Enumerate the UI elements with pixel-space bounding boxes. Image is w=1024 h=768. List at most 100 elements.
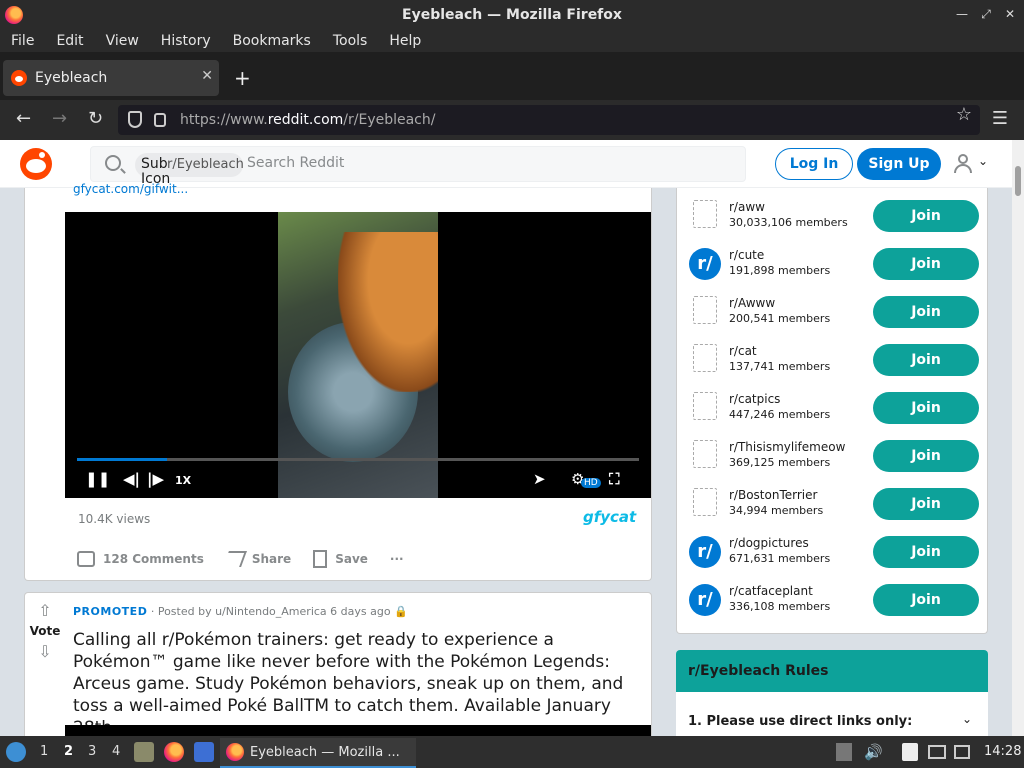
subreddit-chip[interactable]: Sub r/Eyebleach Icon [135, 153, 244, 187]
join-button[interactable]: Join [873, 248, 979, 280]
workspace-2[interactable]: 2 [64, 744, 73, 759]
more-options-button[interactable]: ··· [390, 552, 404, 566]
video-progress-bar[interactable] [77, 458, 639, 461]
menu-edit[interactable]: Edit [45, 30, 94, 52]
network-icon[interactable] [954, 745, 970, 759]
maximize-icon[interactable]: ⤢ [978, 5, 994, 23]
community-name[interactable]: r/catpics [729, 392, 780, 406]
start-menu-icon[interactable] [6, 742, 26, 762]
send-icon[interactable]: ➤ [533, 470, 546, 488]
community-row[interactable]: r/BostonTerrier 34,994 members Join [689, 484, 979, 524]
forward-frame-icon[interactable]: |▶ [147, 470, 164, 488]
downvote-arrow-icon[interactable]: ⇩ [25, 642, 65, 661]
fullscreen-icon[interactable]: ⛶ [609, 470, 620, 488]
firefox-launcher-icon[interactable] [164, 742, 184, 762]
community-name[interactable]: r/catfaceplant [729, 584, 813, 598]
reddit-logo-icon[interactable] [20, 148, 52, 180]
user-menu[interactable]: ⌄ [954, 154, 994, 176]
community-row[interactable]: r/Awww 200,541 members Join [689, 292, 979, 332]
clock: 14:28 [984, 744, 1022, 759]
rules-header: r/Eyebleach Rules [676, 650, 988, 692]
community-name[interactable]: r/aww [729, 200, 765, 214]
file-manager-icon[interactable] [134, 742, 154, 762]
lock-icon[interactable] [154, 113, 166, 127]
join-button[interactable]: Join [873, 392, 979, 424]
menu-file[interactable]: File [0, 30, 45, 52]
video-player[interactable]: ❚❚ ◀| |▶ 1X ➤ ⚙ HD ⛶ [65, 212, 651, 498]
upvote-arrow-icon[interactable]: ⇧ [25, 601, 65, 620]
broken-image-icon [693, 440, 717, 468]
tracking-shield-icon[interactable] [128, 111, 142, 128]
posted-by[interactable]: · Posted by u/Nintendo_America 6 days ag… [151, 605, 391, 618]
scrollbar-thumb[interactable] [1015, 166, 1021, 196]
community-name[interactable]: r/Thisismylifemeow [729, 440, 845, 454]
new-tab-icon[interactable]: + [234, 68, 251, 88]
menu-view[interactable]: View [95, 30, 150, 52]
join-button[interactable]: Join [873, 200, 979, 232]
community-row[interactable]: r/cat 137,741 members Join [689, 340, 979, 380]
comments-button[interactable]: 128 Comments [77, 551, 204, 567]
search-placeholder[interactable]: Search Reddit [247, 155, 344, 171]
signup-button[interactable]: Sign Up [857, 148, 941, 180]
join-button[interactable]: Join [873, 488, 979, 520]
promoted-label: PROMOTED [73, 605, 148, 618]
volume-icon[interactable]: 🔊 [864, 743, 883, 761]
tab-eyebleach[interactable]: Eyebleach ✕ [3, 60, 219, 96]
chevron-down-icon[interactable]: ⌄ [962, 712, 972, 726]
post-title[interactable]: Calling all r/Pokémon trainers: get read… [73, 629, 643, 739]
menu-hamburger-icon[interactable]: ☰ [992, 110, 1008, 128]
forward-icon[interactable]: → [52, 110, 67, 128]
view-count: 10.4K views [78, 512, 151, 526]
desktop-icon[interactable] [194, 742, 214, 762]
menu-bookmarks[interactable]: Bookmarks [222, 30, 322, 52]
community-name[interactable]: r/Awww [729, 296, 775, 310]
community-row[interactable]: r/r/cute 191,898 members Join [689, 244, 979, 284]
login-button[interactable]: Log In [775, 148, 853, 180]
tab-close-icon[interactable]: ✕ [201, 68, 213, 84]
bookmark-star-icon[interactable]: ☆ [956, 104, 972, 125]
rewind-icon[interactable]: ◀| [123, 470, 140, 488]
community-row[interactable]: r/Thisismylifemeow 369,125 members Join [689, 436, 979, 476]
minimize-icon[interactable]: — [954, 5, 970, 23]
menu-history[interactable]: History [150, 30, 222, 52]
window-titlebar: Eyebleach — Mozilla Firefox — ⤢ ✕ [0, 0, 1024, 30]
chip-subreddit-name: r/Eyebleach [167, 157, 244, 172]
workspace-1[interactable]: 1 [40, 744, 48, 759]
community-row[interactable]: r/r/dogpictures 671,631 members Join [689, 532, 979, 572]
taskbar: 1 2 3 4 Eyebleach — Mozilla ... 🔊 14:28 [0, 736, 1024, 768]
search-bar[interactable]: Sub r/Eyebleach Icon Search Reddit [90, 146, 746, 187]
join-button[interactable]: Join [873, 296, 979, 328]
workspace-4[interactable]: 4 [112, 744, 120, 759]
url-text[interactable]: https://www.reddit.com/r/Eyebleach/ [180, 112, 435, 128]
taskbar-firefox-window[interactable]: Eyebleach — Mozilla ... [220, 738, 416, 768]
rule-item[interactable]: 1. Please use direct links only: [688, 714, 912, 729]
community-name[interactable]: r/dogpictures [729, 536, 809, 550]
back-icon[interactable]: ← [16, 110, 31, 128]
join-button[interactable]: Join [873, 344, 979, 376]
gfycat-logo[interactable]: gfycat [583, 508, 636, 526]
storage-icon[interactable] [836, 743, 852, 761]
join-button[interactable]: Join [873, 584, 979, 616]
gfycat-link[interactable]: gfycat.com/gifwit... [73, 182, 188, 196]
pause-icon[interactable]: ❚❚ [85, 470, 110, 488]
community-row[interactable]: r/catpics 447,246 members Join [689, 388, 979, 428]
join-button[interactable]: Join [873, 440, 979, 472]
page-scrollbar[interactable] [1012, 140, 1024, 736]
url-bar[interactable]: https://www.reddit.com/r/Eyebleach/ [118, 105, 980, 135]
display-icon[interactable] [928, 745, 946, 759]
menu-help[interactable]: Help [378, 30, 432, 52]
join-button[interactable]: Join [873, 536, 979, 568]
save-button[interactable]: Save [313, 550, 368, 568]
community-name[interactable]: r/cute [729, 248, 764, 262]
community-name[interactable]: r/BostonTerrier [729, 488, 817, 502]
workspace-3[interactable]: 3 [88, 744, 96, 759]
menu-tools[interactable]: Tools [322, 30, 379, 52]
close-icon[interactable]: ✕ [1002, 5, 1018, 23]
community-row[interactable]: r/aww 30,033,106 members Join [689, 196, 979, 236]
community-name[interactable]: r/cat [729, 344, 757, 358]
share-button[interactable]: Share [222, 551, 291, 567]
playback-speed[interactable]: 1X [175, 474, 191, 487]
clipboard-icon[interactable] [902, 743, 918, 761]
community-row[interactable]: r/r/catfaceplant 336,108 members Join [689, 580, 979, 620]
reload-icon[interactable]: ↻ [88, 110, 103, 128]
